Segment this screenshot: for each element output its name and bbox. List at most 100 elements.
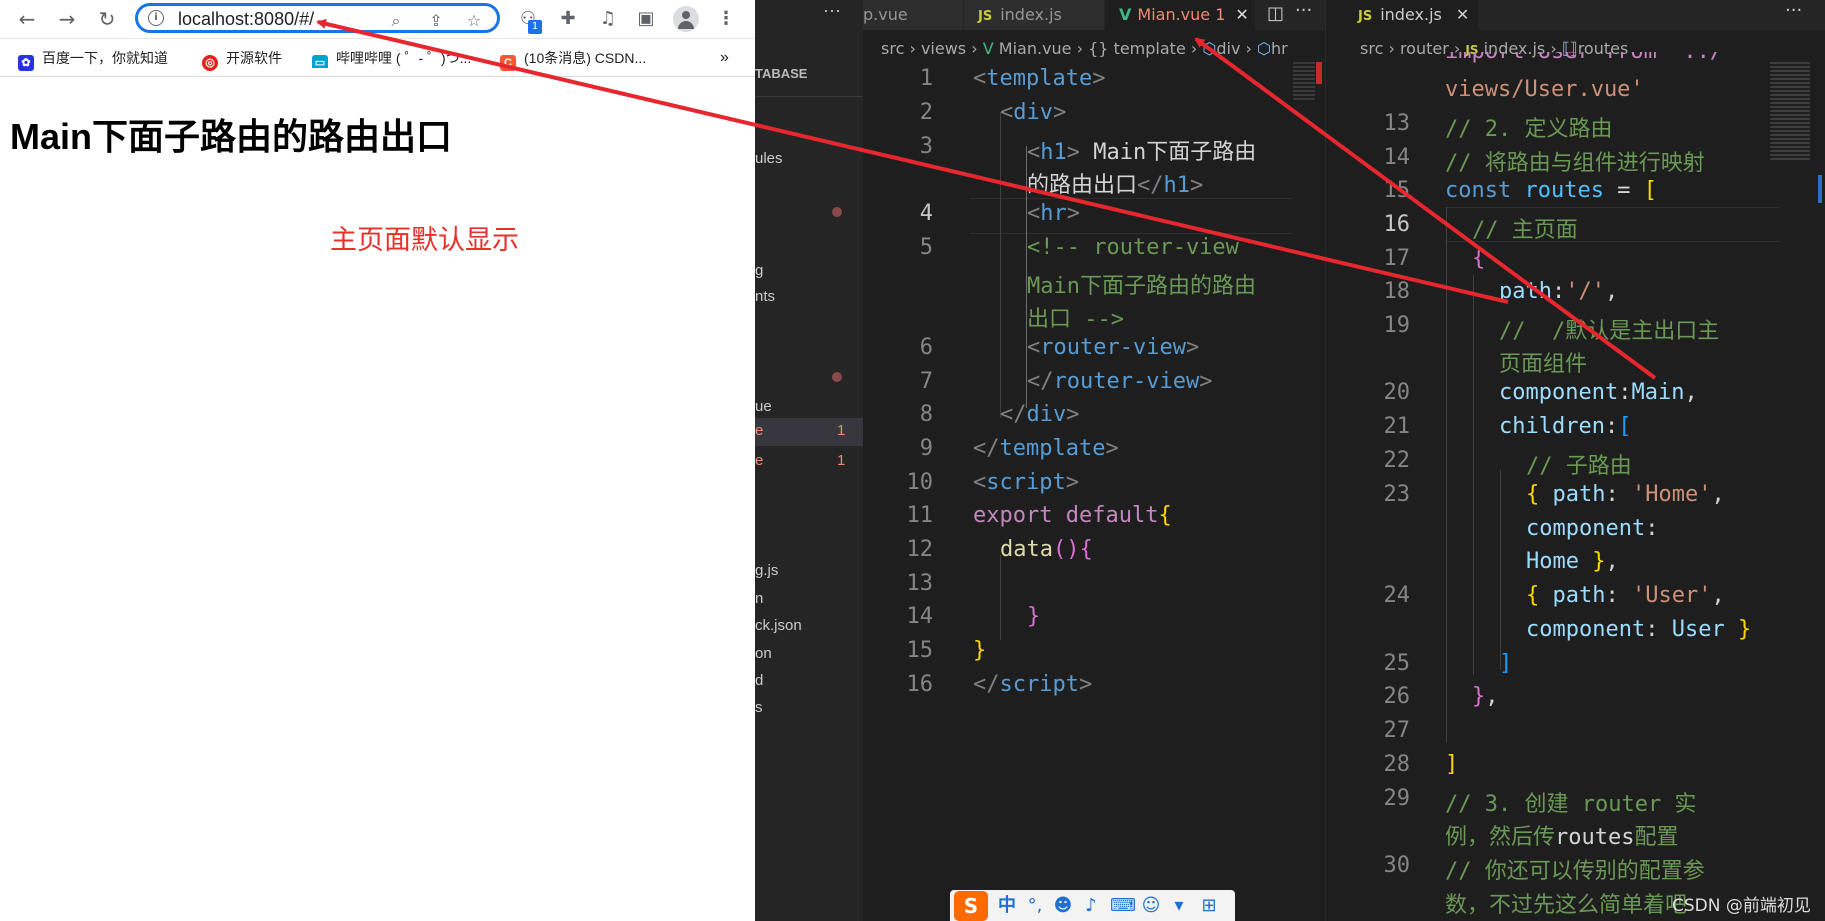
side-panel-icon[interactable]: ▣ [635,8,657,30]
breadcrumb: src › views › V Mian.vue › {} template ›… [881,36,1288,62]
explorer-item[interactable]: ules [755,150,783,167]
tab-label: index.js [1380,5,1442,24]
code-line: 的路由出口</h1> [1027,173,1204,198]
code-line: </template> [973,436,1119,461]
extensions-icon[interactable]: ✚ [557,8,579,30]
back-icon[interactable]: ← [15,7,39,31]
close-tab-icon[interactable]: ✕ [1456,5,1469,24]
sogou-logo-icon[interactable]: S [954,891,988,921]
code-line: <!-- router-view [1027,235,1239,260]
breadcrumb-item[interactable]: router [1400,39,1449,58]
code-line: </div> [1000,402,1080,427]
ime-toolbar: S 中 °, ☻ ♪ ⌨ ☺ ▾ ⊞ [950,890,1235,921]
code-line: path:'/', [1499,279,1619,304]
more-bookmarks-icon[interactable]: » [720,48,729,68]
site-info-icon[interactable]: i [148,10,164,26]
explorer-more-icon[interactable]: ··· [823,0,841,21]
code-line: // /默认是主出口主 [1499,319,1720,344]
problem-count-badge: 1 [837,452,846,469]
code-line: } [973,638,987,663]
editor-more-icon[interactable]: ··· [1295,0,1312,21]
code-line: }, [1472,684,1499,709]
breadcrumb-item[interactable]: div [1216,39,1240,58]
explorer-item[interactable]: g [755,262,763,279]
reload-icon[interactable]: ↻ [95,7,119,31]
tab-label: index.js [1000,5,1062,24]
line-number: 16 [906,672,934,697]
code-line: // 2. 定义路由 [1445,117,1613,142]
profile-avatar-icon[interactable] [673,6,699,32]
tab-mian-vue[interactable]: V Mian.vue 1 ✕ [1105,0,1255,30]
code-line: component: [1526,516,1659,541]
breadcrumb-item[interactable]: views [921,39,966,58]
bookmark-bilibili[interactable]: ▭ 哔哩哔哩 ( ゜- ゜)つ... [312,48,482,68]
line-number: 24 [1383,583,1411,608]
close-tab-icon[interactable]: ✕ [1235,5,1248,24]
line-number: 6 [919,335,933,360]
default-page-text: 主页面默认显示 [330,225,519,256]
emoji-icon[interactable]: ☻ [1052,895,1074,917]
line-number: 4 [919,201,933,226]
tab-index-js-right[interactable]: JS index.js ✕ [1340,0,1478,30]
code-line: ] [1445,752,1459,777]
line-number: 13 [1383,111,1411,136]
bookmark-oschina[interactable]: ◎ 开源软件 [202,48,282,71]
explorer-item[interactable]: on [755,645,772,662]
explorer-section-header[interactable]: TABASE [755,66,807,81]
bookmarks-bar: ✿ 百度一下，你就知道 ◎ 开源软件 ▭ 哔哩哔哩 ( ゜- ゜)つ... C (10条… [0,40,755,77]
explorer-item[interactable]: s [755,699,763,716]
bookmark-baidu[interactable]: ✿ 百度一下，你就知道 [18,48,168,71]
keyboard-icon[interactable]: ⌨ [1110,895,1136,917]
punctuation-icon[interactable]: °, [1024,895,1046,917]
breadcrumb-item[interactable]: template [1114,39,1186,58]
zoom-icon[interactable]: ⌕ [386,11,406,31]
breadcrumb-item[interactable]: src [1360,39,1383,58]
vue-file-icon: V [1119,5,1132,24]
line-number: 17 [1383,246,1411,271]
scrollbar-marker [1818,175,1822,203]
editor-more-icon[interactable]: ··· [1785,0,1802,21]
oschina-icon: ◎ [202,55,218,71]
explorer-item[interactable]: e [755,452,763,469]
code-line: data(){ [1000,537,1093,562]
explorer-item-selected[interactable]: e 1 [755,418,863,446]
extension-badge: 1 [528,20,542,34]
code-line: 页面组件 [1499,352,1588,377]
explorer-item[interactable]: n [755,590,763,607]
user-icon[interactable]: ☺ [1140,895,1162,917]
split-editor-icon[interactable]: ◫ [1267,3,1284,24]
tab-app-vue[interactable]: p.vue [863,0,963,30]
explorer-item[interactable]: ue [755,398,772,415]
line-number: 21 [1383,414,1411,439]
forward-icon[interactable]: → [55,7,79,31]
bilibili-tv-icon: ▭ [312,55,328,68]
explorer-item[interactable]: nts [755,288,775,305]
tab-index-js[interactable]: JS index.js [964,0,1104,30]
skin-shirt-icon[interactable]: ▾ [1168,895,1190,917]
url-text[interactable]: localhost:8080/#/ [178,8,314,30]
line-number: 14 [906,604,934,629]
address-bar[interactable]: i localhost:8080/#/ ⌕ ⇪ ☆ [135,3,500,33]
share-icon[interactable]: ⇪ [426,11,446,31]
media-control-icon[interactable]: ♫ [597,8,619,30]
toolbox-grid-icon[interactable]: ⊞ [1198,895,1220,917]
minimap[interactable] [1770,62,1810,162]
microphone-icon[interactable]: ♪ [1080,895,1102,917]
chevron-right-icon: › [971,39,978,58]
breadcrumb-item[interactable]: Mian.vue [999,39,1072,58]
code-line: Home }, [1526,549,1619,574]
explorer-item[interactable]: g.js [755,562,778,579]
explorer-item[interactable]: ck.json [755,617,802,634]
extension-puzzle-badge-icon[interactable]: ⚇ 1 [517,8,542,34]
line-number: 5 [919,235,933,260]
explorer-item[interactable]: d [755,672,763,689]
breadcrumb-item[interactable]: src [881,39,904,58]
code-line: 例，然后传routes配置 [1445,825,1679,850]
bookmark-star-icon[interactable]: ☆ [464,11,484,31]
breadcrumb-item[interactable]: hr [1271,39,1288,58]
kebab-menu-icon[interactable]: ⋮ [715,8,737,30]
minimap[interactable] [1293,62,1315,102]
braces-icon: {} [1088,39,1109,58]
input-mode-label[interactable]: 中 [996,895,1018,917]
bookmark-csdn[interactable]: C (10条消息) CSDN... [500,48,646,71]
